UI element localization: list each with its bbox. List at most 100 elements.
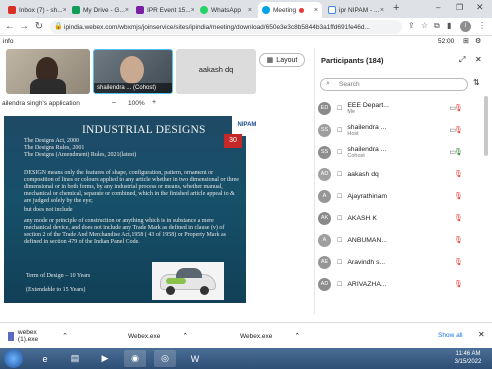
participant-name: shailendra ...: [347, 123, 387, 131]
browser-tab-strip: Inbox (7) - sh... × My Drive - G... × IP…: [0, 0, 492, 18]
mic-muted-icon[interactable]: 🎙: [454, 170, 463, 178]
tab-ipr-event[interactable]: IPR Event 15... ×: [132, 2, 194, 18]
mic-muted-icon[interactable]: 🎙: [454, 192, 463, 200]
sidebar-icon[interactable]: ▮: [447, 21, 451, 30]
maximize-icon[interactable]: ❐: [456, 3, 463, 12]
close-icon[interactable]: ×: [314, 7, 318, 14]
close-icon[interactable]: ×: [191, 7, 194, 14]
start-button[interactable]: [4, 349, 23, 368]
device-icon: ☐: [337, 215, 343, 222]
grid-icon[interactable]: ⊞: [463, 37, 469, 45]
mic-on-icon[interactable]: 🎙: [454, 148, 463, 156]
back-icon[interactable]: ←: [4, 21, 16, 32]
participant-row[interactable]: AD ☐ aakash dq 🎙: [318, 164, 488, 184]
device-icon: ☐: [337, 237, 343, 244]
participant-row[interactable]: A ☐ Ajayrathinam 🎙: [318, 186, 488, 206]
chevron-up-icon[interactable]: ⌃: [294, 332, 300, 340]
extensions-icon[interactable]: ⧉: [434, 21, 440, 31]
download-item[interactable]: Webex.exe ⌃: [236, 329, 300, 343]
mic-muted-icon[interactable]: 🎙: [454, 236, 463, 244]
chrome-icon[interactable]: ◉: [124, 350, 146, 367]
mic-muted-icon[interactable]: 🎙: [454, 280, 463, 288]
chevron-up-icon[interactable]: ⌃: [182, 332, 188, 340]
participant-name: aakash dq: [347, 170, 379, 178]
webex-taskbar-icon[interactable]: ◎: [154, 350, 176, 367]
tab-meeting[interactable]: Meeting ×: [258, 2, 322, 18]
close-icon[interactable]: ✕: [478, 330, 485, 339]
new-tab-icon[interactable]: +: [393, 2, 399, 14]
ie-icon[interactable]: e: [34, 350, 56, 367]
downloads-bar: webex (1).exe ⌃ Webex.exe ⌃ Webex.exe ⌃ …: [0, 322, 492, 348]
participant-role: Host: [347, 130, 359, 137]
menu-dots-icon[interactable]: ⋮: [478, 21, 486, 30]
slide-but-line: but does not include: [24, 207, 73, 213]
reload-icon[interactable]: ↻: [33, 21, 45, 32]
participant-row[interactable]: AE ☐ Aravindh s... 🎙: [318, 252, 488, 272]
layout-label: Layout: [276, 56, 298, 64]
avatar: SS: [318, 123, 331, 137]
mic-muted-icon[interactable]: 🎙: [454, 214, 463, 222]
drive-icon: [72, 6, 80, 14]
zoom-out-icon[interactable]: –: [112, 99, 116, 106]
slide-extend: (Extendable to 15 Years): [26, 287, 86, 293]
video-thumbnail[interactable]: [6, 49, 90, 94]
close-icon[interactable]: ×: [125, 7, 129, 14]
participant-row[interactable]: AD ☐ ARIVAZHA... 🎙: [318, 274, 488, 294]
download-filename: Webex.exe: [240, 332, 273, 340]
url-field[interactable]: 🔒 ipindia.webex.com/wbxmjs/joinservice/s…: [50, 20, 402, 34]
mic-muted-icon[interactable]: 🎙: [454, 126, 463, 134]
layout-button[interactable]: ▦ Layout: [259, 53, 305, 67]
device-icon: ☐: [337, 149, 343, 156]
participant-row[interactable]: A ☐ ANBUMAN... 🎙: [318, 230, 488, 250]
participant-row[interactable]: AK ☐ AKASH K 🎙: [318, 208, 488, 228]
participant-row[interactable]: SS ☐ shailendra ... Cohost ▭ 🎙: [318, 142, 488, 162]
settings-icon[interactable]: ⚙: [475, 37, 481, 45]
close-icon[interactable]: ×: [63, 7, 66, 14]
tab-whatsapp[interactable]: WhatsApp ×: [196, 2, 256, 18]
windows-taskbar: e ▤ ▶ ◉ ◎ W 11:46 AM 3/15/2022: [0, 348, 492, 369]
media-player-icon[interactable]: ▶: [94, 350, 116, 367]
tab-gmail[interactable]: Inbox (7) - sh... ×: [4, 2, 66, 18]
chevron-up-icon[interactable]: ⌃: [62, 332, 68, 340]
zoom-in-icon[interactable]: +: [152, 99, 156, 106]
avatar: AE: [318, 255, 331, 269]
close-icon[interactable]: ×: [380, 7, 384, 14]
clock[interactable]: 11:46 AM 3/15/2022: [446, 350, 490, 366]
slide-title: INDUSTRIAL DESIGNS: [82, 124, 206, 136]
participant-role: Cohost: [347, 152, 365, 159]
tab-drive[interactable]: My Drive - G... ×: [68, 2, 130, 18]
bookmark-star-icon[interactable]: ☆: [421, 21, 428, 30]
show-all-button[interactable]: Show all: [438, 329, 463, 343]
tab-ipr-nipam[interactable]: ipr NIPAM - ... ×: [324, 2, 388, 18]
minimize-icon[interactable]: –: [436, 3, 440, 12]
share-icon[interactable]: ⇪: [408, 21, 415, 30]
participant-row[interactable]: SS ☐ shailendra ... Host ▭ 🎙: [318, 120, 488, 140]
explorer-folder-icon[interactable]: ▤: [64, 350, 86, 367]
close-icon[interactable]: ×: [248, 7, 252, 14]
download-item[interactable]: webex (1).exe ⌃: [8, 329, 68, 343]
device-icon: ☐: [337, 171, 343, 178]
video-thumbnail-cohost[interactable]: shailendra ... (Cohost): [93, 49, 173, 94]
tab-label: Inbox (7) - sh...: [19, 6, 63, 14]
meeting-info-label[interactable]: info: [3, 38, 13, 45]
participant-search[interactable]: ⌕ Search: [320, 78, 468, 91]
participant-name: EEE Depart...: [347, 101, 389, 109]
participant-body: [30, 79, 66, 94]
url-text: ipindia.webex.com/wbxmjs/joinservice/sit…: [64, 23, 370, 31]
download-item[interactable]: Webex.exe ⌃: [124, 329, 188, 343]
slide-exclusion-paragraph: any mode or principle of construction or…: [24, 218, 226, 245]
popout-icon[interactable]: ⤢: [459, 55, 465, 65]
shared-slide: INDUSTRIAL DESIGNS NIPAM 30 The Designs …: [4, 116, 262, 303]
gmail-icon: [8, 6, 16, 14]
word-icon[interactable]: W: [184, 350, 206, 367]
mic-muted-icon[interactable]: 🎙: [454, 104, 463, 112]
window-close-icon[interactable]: ✕: [476, 2, 484, 13]
forward-icon[interactable]: →: [18, 21, 30, 32]
profile-avatar[interactable]: I: [460, 21, 471, 32]
participants-scrollbar[interactable]: [484, 96, 488, 156]
participant-row[interactable]: ED ☐ EEE Depart... Me ▭ 🎙: [318, 98, 488, 118]
video-thumbnail-aakash[interactable]: aakash dq: [176, 49, 256, 94]
mic-muted-icon[interactable]: 🎙: [454, 258, 463, 266]
close-icon[interactable]: ✕: [475, 55, 482, 64]
sort-icon[interactable]: ⇅: [473, 78, 480, 87]
